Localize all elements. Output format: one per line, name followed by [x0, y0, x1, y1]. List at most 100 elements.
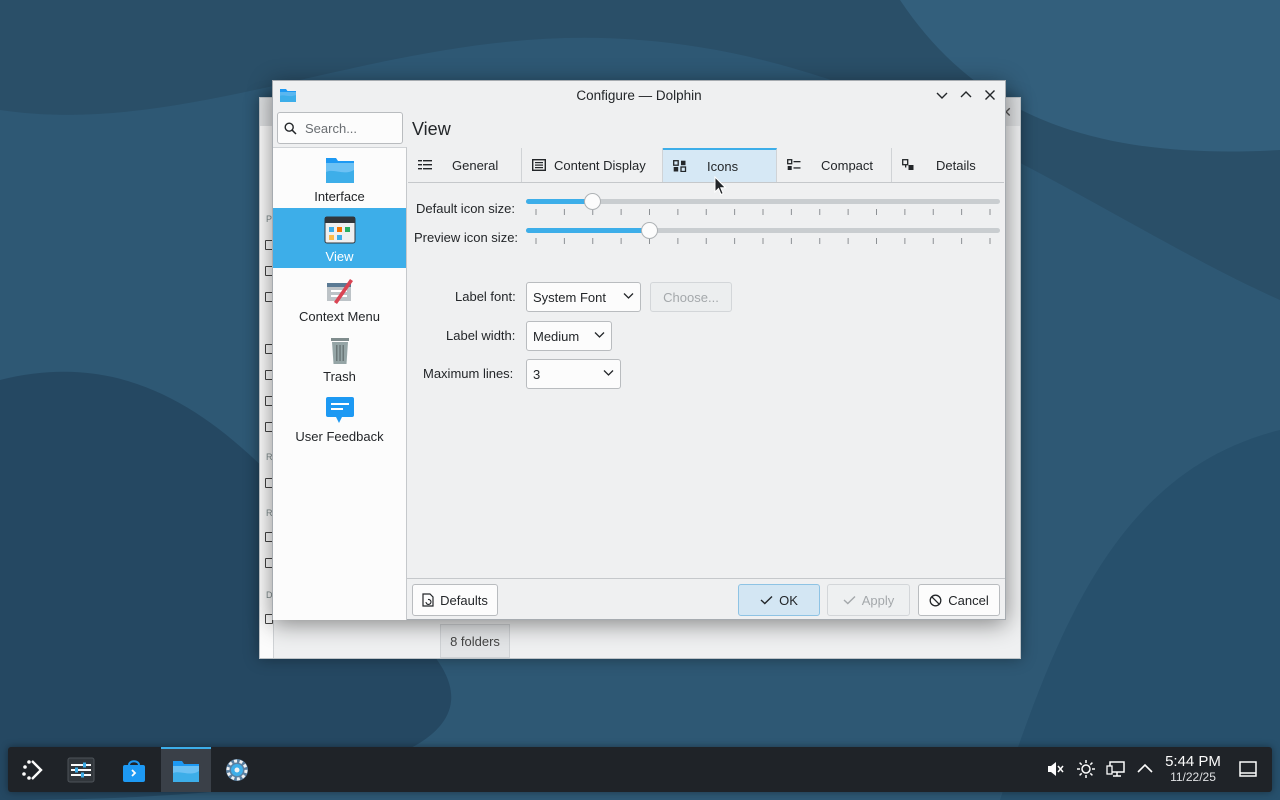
close-button[interactable]	[981, 86, 999, 104]
brightness-icon[interactable]	[1076, 759, 1096, 779]
folder-count-status: 8 folders	[440, 624, 510, 658]
settings-gear-icon	[226, 758, 248, 781]
show-desktop-icon[interactable]	[1238, 759, 1258, 779]
sidebar-item-label: Interface	[314, 189, 365, 204]
context-menu-icon	[326, 279, 353, 304]
document-revert-icon	[422, 593, 434, 607]
combo-value: 3	[533, 366, 541, 382]
sidebar-item-label: User Feedback	[295, 429, 384, 444]
dialog-titlebar[interactable]: Configure — Dolphin	[273, 81, 1005, 109]
apply-button[interactable]: Apply	[827, 584, 910, 616]
dialog-button-bar: Defaults OK Apply Cancel	[407, 578, 1005, 620]
configure-dialog: Configure — Dolphin View	[272, 80, 1006, 620]
slider-handle[interactable]	[584, 193, 601, 210]
launcher-icon	[22, 759, 43, 780]
system-monitor-icon	[67, 757, 95, 782]
label-font-combo[interactable]: System Font	[526, 282, 641, 312]
category-list: Interface View Context Menu Trash User F…	[273, 147, 407, 620]
dolphin-folder-icon	[173, 760, 199, 782]
tab-details[interactable]: Details	[892, 148, 1004, 182]
maximum-lines-label: Maximum lines:	[423, 366, 514, 381]
slider-fill	[526, 228, 649, 233]
close-icon	[985, 90, 995, 100]
sidebar-item-interface[interactable]: Interface	[273, 148, 406, 208]
button-label: OK	[779, 592, 798, 608]
tab-label: General	[452, 157, 499, 173]
tab-label: Content Display	[554, 157, 646, 173]
list-icon	[418, 160, 432, 170]
application-launcher-button[interactable]	[8, 747, 58, 792]
search-input[interactable]	[305, 120, 395, 136]
sidebar-item-context-menu[interactable]: Context Menu	[273, 268, 406, 328]
view-settings-panel: General Content Display Icons Compact De…	[407, 147, 1005, 579]
document-icon	[532, 159, 546, 171]
preview-icon-size-label: Preview icon size:	[414, 230, 519, 245]
defaults-button[interactable]: Defaults	[412, 584, 498, 616]
taskbar-dolphin[interactable]	[161, 747, 211, 792]
compact-view-icon	[787, 159, 801, 170]
sidebar-item-label: Context Menu	[299, 309, 380, 324]
digital-clock[interactable]: 5:44 PM 11/22/25	[1161, 753, 1225, 784]
maximize-button[interactable]	[957, 86, 975, 104]
checkmark-icon	[760, 595, 773, 605]
tab-label: Icons	[707, 158, 739, 174]
volume-muted-icon[interactable]	[1045, 759, 1065, 779]
button-label: Defaults	[440, 592, 488, 608]
maximum-lines-combo[interactable]: 3	[526, 359, 621, 389]
sidebar-item-label: Trash	[323, 369, 356, 384]
view-mode-tabs: General Content Display Icons Compact De…	[408, 148, 1004, 183]
view-icon	[324, 216, 355, 244]
label-width-combo[interactable]: Medium	[526, 321, 612, 351]
sidebar-item-view[interactable]: View	[273, 208, 406, 268]
feedback-icon	[325, 397, 354, 423]
tab-content-display[interactable]: Content Display	[522, 148, 663, 182]
label-width-label: Label width:	[446, 328, 516, 343]
slider-fill	[526, 199, 592, 204]
preview-icon-size-slider[interactable]	[526, 222, 1000, 244]
minimize-button[interactable]	[933, 86, 951, 104]
slider-ticks	[535, 209, 991, 215]
taskbar-discover[interactable]	[109, 747, 159, 792]
checkmark-icon	[843, 595, 856, 605]
tab-label: Details	[936, 157, 976, 173]
tab-compact[interactable]: Compact	[777, 148, 892, 182]
sidebar-item-user-feedback[interactable]: User Feedback	[273, 388, 406, 448]
combo-value: System Font	[533, 289, 606, 305]
chevron-down-icon	[936, 92, 948, 99]
chevron-down-icon	[623, 293, 634, 299]
chevron-down-icon	[603, 370, 614, 376]
taskbar-panel: 5:44 PM 11/22/25	[8, 747, 1272, 792]
clock-date: 11/22/25	[1170, 770, 1216, 784]
cancel-icon	[929, 594, 942, 606]
page-title: View	[412, 119, 451, 139]
search-icon	[284, 121, 297, 135]
dolphin-app-icon	[280, 89, 296, 102]
network-icon[interactable]	[1106, 759, 1126, 779]
search-field[interactable]	[277, 112, 403, 144]
chevron-up-icon	[960, 91, 972, 98]
chevron-down-icon	[594, 332, 605, 338]
label-font-label: Label font:	[455, 289, 516, 304]
details-view-icon	[902, 159, 914, 170]
dialog-title: Configure — Dolphin	[576, 87, 702, 103]
chevron-up-icon[interactable]	[1135, 759, 1155, 779]
default-icon-size-slider[interactable]	[526, 193, 1000, 215]
clock-time: 5:44 PM	[1165, 753, 1221, 770]
tab-general[interactable]: General	[408, 148, 522, 182]
cancel-button[interactable]: Cancel	[918, 584, 1000, 616]
ok-button[interactable]: OK	[738, 584, 820, 616]
discover-store-icon	[123, 759, 145, 782]
slider-ticks	[535, 238, 991, 244]
taskbar-system-settings[interactable]	[212, 747, 262, 792]
combo-value: Medium	[533, 328, 580, 344]
folder-icon	[325, 158, 354, 183]
trash-icon	[330, 338, 349, 364]
choose-font-button[interactable]: Choose...	[650, 282, 732, 312]
button-label: Apply	[861, 592, 895, 608]
sidebar-item-label: View	[325, 249, 354, 264]
sidebar-item-trash[interactable]: Trash	[273, 328, 406, 388]
taskbar-system-monitor[interactable]	[56, 747, 106, 792]
slider-handle[interactable]	[641, 222, 658, 239]
tab-label: Compact	[821, 157, 874, 173]
default-icon-size-label: Default icon size:	[416, 201, 515, 216]
